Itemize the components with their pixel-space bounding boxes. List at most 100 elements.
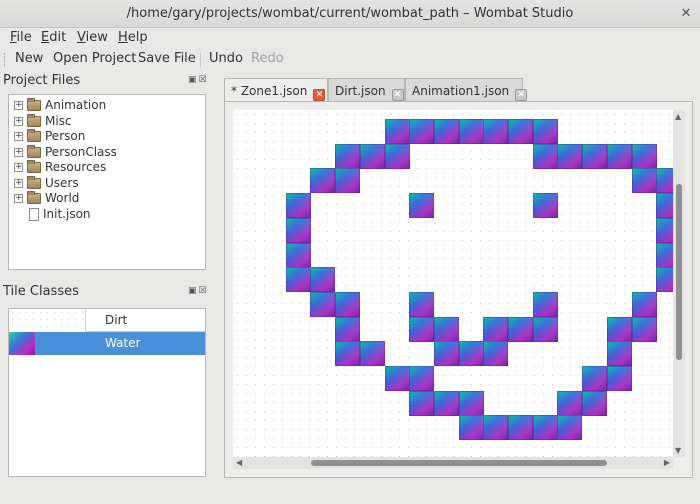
- water-tile[interactable]: [532, 291, 558, 317]
- close-icon[interactable]: ✕: [515, 89, 528, 101]
- vertical-scroll-thumb[interactable]: [676, 184, 682, 360]
- water-tile[interactable]: [359, 143, 385, 169]
- water-tile[interactable]: [656, 242, 673, 268]
- water-tile[interactable]: [433, 119, 459, 144]
- water-tile[interactable]: [310, 168, 336, 194]
- water-tile[interactable]: [285, 217, 311, 243]
- water-tile[interactable]: [310, 267, 336, 293]
- water-tile[interactable]: [656, 168, 673, 194]
- water-tile[interactable]: [409, 193, 435, 219]
- menu-view[interactable]: View: [77, 30, 108, 45]
- redo-button[interactable]: Redo: [251, 51, 284, 66]
- water-tile[interactable]: [631, 168, 657, 194]
- water-tile[interactable]: [384, 143, 410, 169]
- close-icon[interactable]: ✕: [313, 89, 326, 101]
- water-tile[interactable]: [483, 316, 509, 342]
- water-tile[interactable]: [557, 415, 583, 441]
- water-tile[interactable]: [582, 143, 608, 169]
- expander-icon[interactable]: +: [14, 116, 23, 126]
- water-tile[interactable]: [631, 143, 657, 169]
- water-tile[interactable]: [508, 119, 533, 144]
- horizontal-scrollbar[interactable]: ◀ ▶: [233, 457, 673, 469]
- water-tile[interactable]: [631, 316, 657, 342]
- water-tile[interactable]: [384, 119, 410, 144]
- water-tile[interactable]: [557, 390, 583, 416]
- water-tile[interactable]: [606, 341, 632, 367]
- title-bar[interactable]: /home/gary/projects/wombat/current/womba…: [0, 0, 700, 28]
- water-tile[interactable]: [532, 119, 558, 144]
- water-tile[interactable]: [285, 193, 311, 219]
- water-tile[interactable]: [532, 316, 558, 342]
- save-file-button[interactable]: Save File: [138, 51, 196, 66]
- water-tile[interactable]: [532, 415, 558, 441]
- water-tile[interactable]: [508, 316, 533, 342]
- tab-dirt[interactable]: Dirt.json ✕: [328, 78, 405, 102]
- water-tile[interactable]: [582, 366, 608, 391]
- water-tile[interactable]: [433, 341, 459, 367]
- water-tile[interactable]: [285, 242, 311, 268]
- new-button[interactable]: New: [15, 51, 43, 66]
- expander-icon[interactable]: +: [14, 163, 23, 172]
- toolbar-grip[interactable]: [4, 53, 6, 67]
- menu-edit[interactable]: Edit: [41, 30, 66, 45]
- water-tile[interactable]: [310, 291, 336, 317]
- scroll-up-icon[interactable]: ▲: [675, 112, 681, 121]
- water-tile[interactable]: [409, 119, 435, 144]
- water-tile[interactable]: [656, 217, 673, 243]
- tile-classes-dock-buttons[interactable]: ▣☒: [188, 286, 209, 296]
- water-tile[interactable]: [458, 390, 484, 416]
- menu-help[interactable]: Help: [118, 30, 148, 45]
- water-tile[interactable]: [606, 143, 632, 169]
- water-tile[interactable]: [409, 316, 435, 342]
- water-tile[interactable]: [335, 316, 361, 342]
- water-tile[interactable]: [335, 168, 361, 194]
- water-tile[interactable]: [606, 366, 632, 391]
- water-tile[interactable]: [483, 415, 509, 441]
- water-tile[interactable]: [606, 316, 632, 342]
- tab-zone1[interactable]: * Zone1.json ✕: [224, 78, 328, 103]
- water-tile[interactable]: [285, 267, 311, 293]
- water-tile[interactable]: [409, 366, 435, 391]
- water-tile[interactable]: [508, 415, 533, 441]
- scroll-down-icon[interactable]: ▼: [675, 446, 681, 455]
- undo-button[interactable]: Undo: [209, 51, 243, 66]
- water-tile[interactable]: [458, 415, 484, 441]
- water-tile[interactable]: [433, 390, 459, 416]
- water-tile[interactable]: [582, 390, 608, 416]
- window-close-icon[interactable]: ✕: [678, 6, 694, 22]
- menu-file[interactable]: File: [10, 30, 32, 45]
- tab-animation1[interactable]: Animation1.json ✕: [405, 78, 528, 102]
- zone-map-canvas[interactable]: [233, 110, 673, 457]
- water-tile[interactable]: [433, 316, 459, 342]
- water-tile[interactable]: [409, 390, 435, 416]
- horizontal-scroll-thumb[interactable]: [311, 460, 607, 466]
- expander-icon[interactable]: +: [14, 101, 23, 110]
- water-tile[interactable]: [557, 143, 583, 169]
- water-tile[interactable]: [532, 193, 558, 219]
- water-tile[interactable]: [335, 291, 361, 317]
- tile-class-row-water[interactable]: Water: [9, 332, 205, 355]
- expander-icon[interactable]: +: [14, 147, 23, 157]
- expander-icon[interactable]: +: [14, 194, 23, 203]
- water-tile[interactable]: [409, 291, 435, 317]
- water-tile[interactable]: [532, 143, 558, 169]
- tile-classes-table[interactable]: Dirt Water: [8, 308, 206, 477]
- scroll-left-icon[interactable]: ◀: [236, 457, 242, 469]
- water-tile[interactable]: [335, 143, 361, 169]
- project-files-dock-buttons[interactable]: ▣☒: [188, 75, 209, 85]
- water-tile[interactable]: [483, 119, 509, 144]
- project-files-tree[interactable]: + Animation + Misc + Person + PersonClass + Resou…: [8, 94, 206, 270]
- close-icon[interactable]: ✕: [391, 89, 404, 101]
- water-tile[interactable]: [384, 366, 410, 391]
- water-tile[interactable]: [483, 341, 509, 367]
- water-tile[interactable]: [458, 119, 484, 144]
- scroll-right-icon[interactable]: ▶: [664, 457, 670, 469]
- open-project-button[interactable]: Open Project: [53, 51, 136, 66]
- water-tile[interactable]: [656, 267, 673, 293]
- water-tile[interactable]: [458, 341, 484, 367]
- water-tile[interactable]: [656, 193, 673, 219]
- expander-icon[interactable]: +: [14, 132, 23, 141]
- vertical-scrollbar[interactable]: ▲ ▼: [673, 110, 685, 457]
- water-tile[interactable]: [631, 291, 657, 317]
- tile-class-row-dirt[interactable]: Dirt: [9, 309, 205, 332]
